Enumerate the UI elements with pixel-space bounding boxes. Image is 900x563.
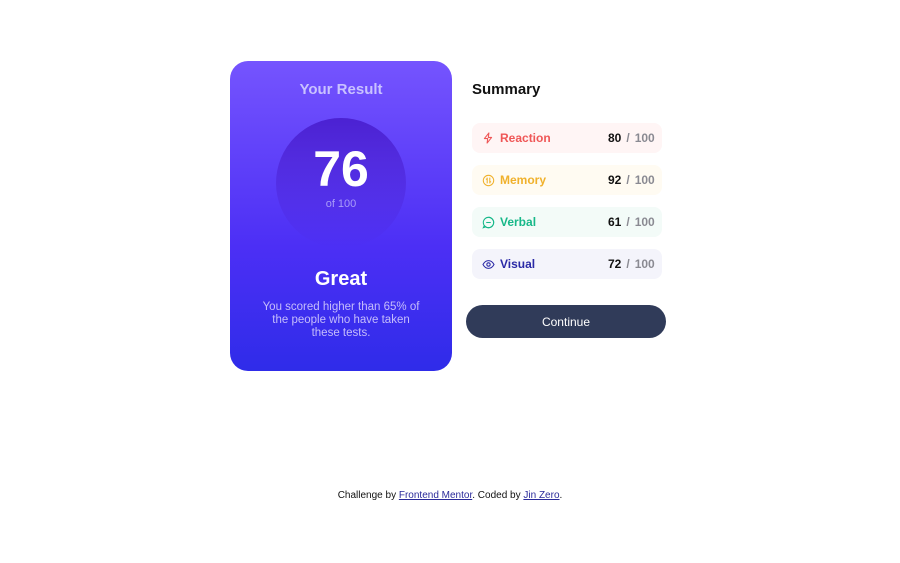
score-max: 100 [634, 173, 655, 187]
summary-item-reaction: Reaction 80 / 100 [472, 123, 662, 153]
author-link[interactable]: Jin Zero [523, 490, 559, 501]
brain-icon [481, 173, 495, 187]
page: Your Result 76 of 100 Great You scored h… [0, 0, 900, 563]
summary-item-score: 72 / 100 [608, 257, 655, 271]
summary-item-visual: Visual 72 / 100 [472, 249, 662, 279]
result-grade: Great [314, 268, 368, 290]
score-max: 100 [634, 131, 655, 145]
summary-item-score: 61 / 100 [608, 215, 655, 229]
summary-item-label: Reaction [500, 131, 551, 145]
score-value: 92 [608, 173, 622, 187]
summary-item-score: 80 / 100 [608, 131, 655, 145]
summary-item-score: 92 / 100 [608, 173, 655, 187]
score-separator: / [626, 173, 630, 187]
footer-text: . [559, 490, 563, 501]
score-separator: / [626, 215, 630, 229]
eye-icon [481, 257, 495, 271]
score-value: 80 [608, 131, 622, 145]
score-value: 76 [313, 141, 369, 197]
lightning-icon [481, 131, 495, 145]
result-title: Your Result [299, 81, 383, 98]
score-separator: / [626, 257, 630, 271]
score-of-total: of 100 [325, 198, 357, 210]
summary-panel: Summary Reaction 80 / 100 Memory 92 / 100 Ve… [466, 61, 666, 341]
summary-item-label: Verbal [500, 215, 537, 229]
footer-text: . Coded by [472, 490, 524, 501]
score-value: 72 [608, 257, 622, 271]
result-card: Your Result 76 of 100 Great You scored h… [230, 61, 452, 371]
score-max: 100 [634, 215, 655, 229]
result-description: You scored higher than 65% of the people… [262, 301, 420, 339]
summary-item-memory: Memory 92 / 100 [472, 165, 662, 195]
footer-text: Challenge by [337, 490, 399, 501]
frontend-mentor-link[interactable]: Frontend Mentor [399, 490, 472, 501]
summary-item-label: Memory [500, 173, 547, 187]
score-separator: / [626, 131, 630, 145]
score-max: 100 [634, 257, 655, 271]
continue-button[interactable]: Continue [466, 305, 666, 338]
summary-item-label: Visual [500, 257, 536, 271]
score-circle: 76 of 100 [276, 118, 406, 248]
attribution-footer: Challenge by Frontend Mentor. Coded by J… [0, 490, 900, 501]
chat-bubble-icon [481, 215, 495, 229]
summary-item-verbal: Verbal 61 / 100 [472, 207, 662, 237]
summary-title: Summary [472, 81, 541, 98]
score-value: 61 [608, 215, 622, 229]
